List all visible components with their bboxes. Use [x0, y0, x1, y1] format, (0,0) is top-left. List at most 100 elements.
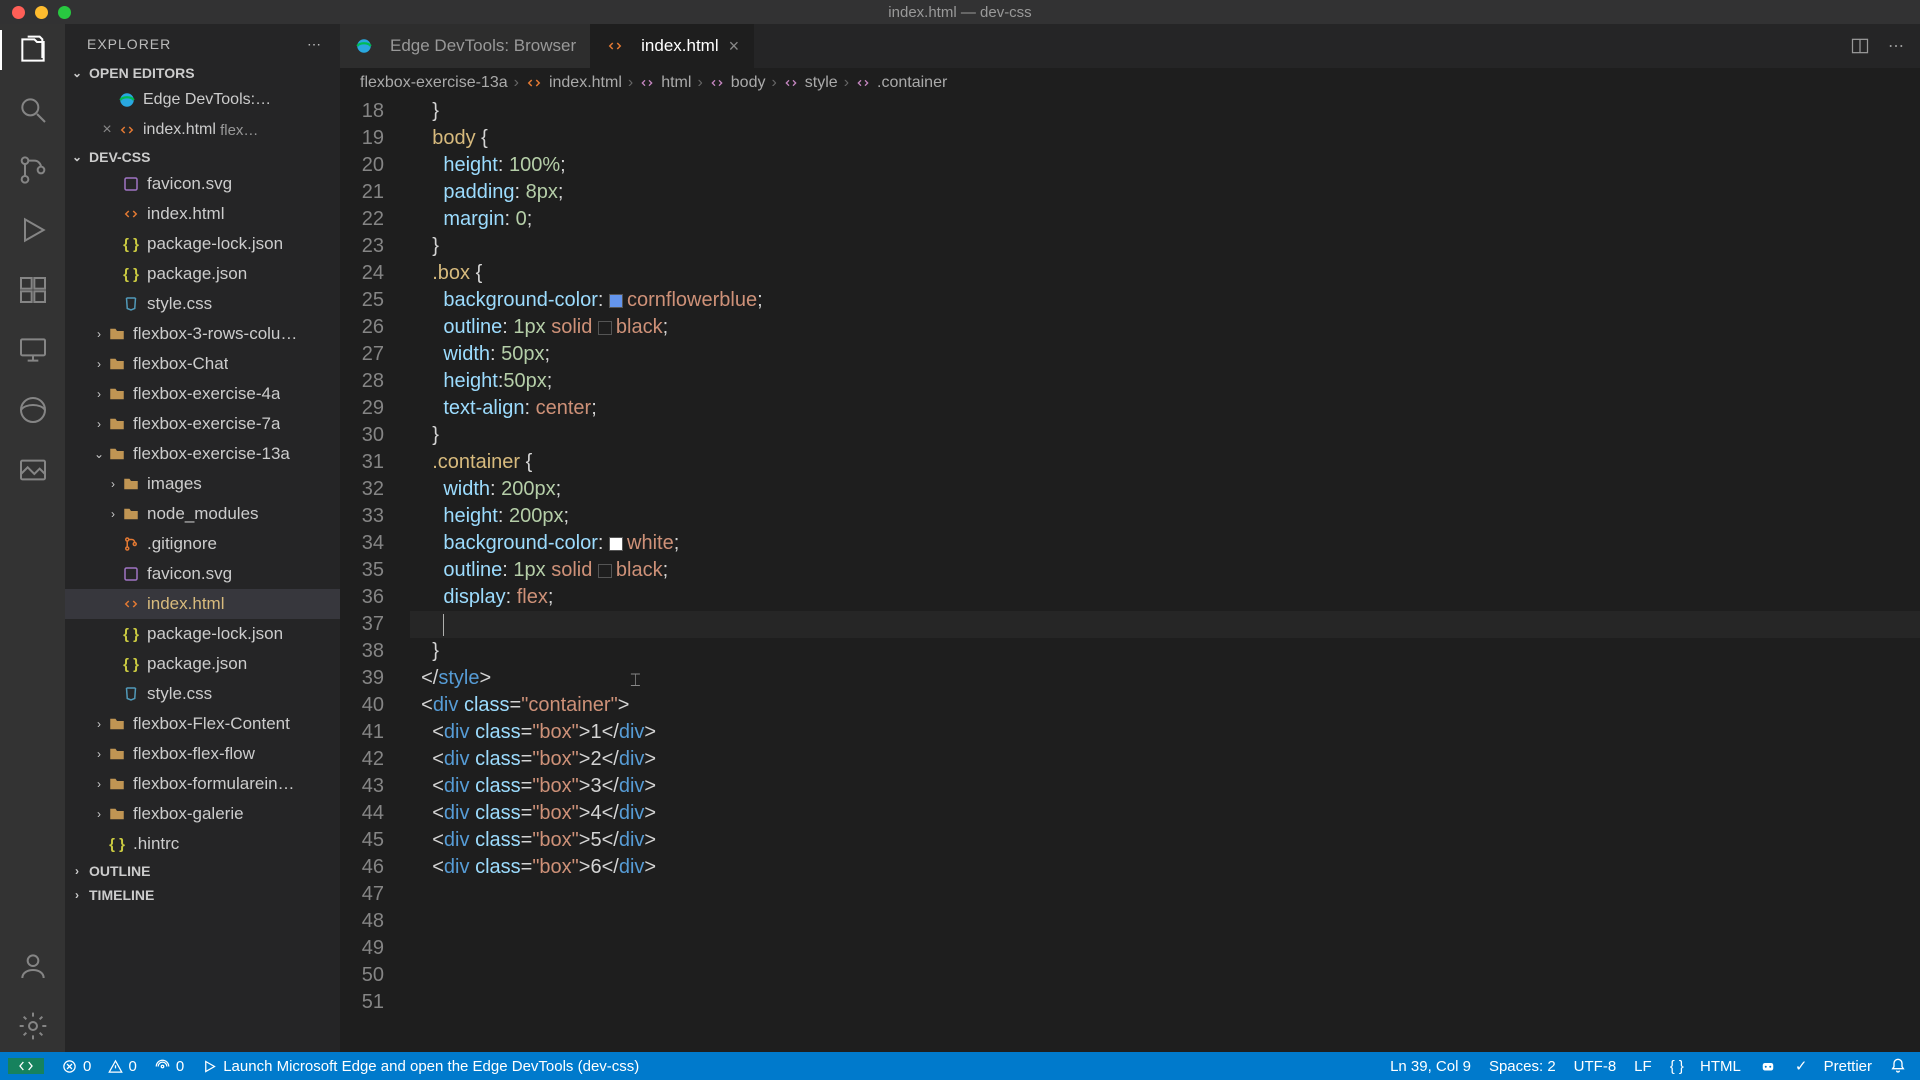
tree-item[interactable]: ›flexbox-3-rows-colu… [65, 319, 340, 349]
code-line[interactable]: background-color: cornflowerblue; [410, 287, 1920, 314]
tree-item[interactable]: ›images [65, 469, 340, 499]
breadcrumb-item[interactable]: index.html [525, 74, 622, 92]
tree-item[interactable]: ›flexbox-galerie [65, 799, 340, 829]
tree-item[interactable]: favicon.svg [65, 169, 340, 199]
encoding-item[interactable]: UTF-8 [1574, 1058, 1617, 1075]
code-line[interactable]: <div class="container"> [410, 692, 1920, 719]
tree-item[interactable]: .gitignore [65, 529, 340, 559]
code-line[interactable]: outline: 1px solid black; [410, 557, 1920, 584]
code-line[interactable]: <div class="box">3</div> [410, 773, 1920, 800]
remote-explorer-icon[interactable] [0, 334, 65, 366]
editor-tab[interactable]: index.html × [591, 24, 754, 68]
breadcrumb-item[interactable]: .container [855, 74, 947, 92]
tree-item[interactable]: style.css [65, 289, 340, 319]
tree-item[interactable]: ›flexbox-exercise-4a [65, 379, 340, 409]
prettier-item[interactable]: ✓ Prettier [1795, 1057, 1872, 1075]
tree-item[interactable]: ›flexbox-flex-flow [65, 739, 340, 769]
code-line[interactable]: height:50px; [410, 368, 1920, 395]
gallery-icon[interactable] [0, 454, 65, 486]
accounts-icon[interactable] [0, 950, 65, 982]
code-line[interactable]: height: 100%; [410, 152, 1920, 179]
minimize-dot[interactable] [35, 6, 48, 19]
search-icon[interactable] [0, 94, 65, 126]
tree-item[interactable]: favicon.svg [65, 559, 340, 589]
code-line[interactable]: body { [410, 125, 1920, 152]
code-line[interactable]: .box { [410, 260, 1920, 287]
tree-item[interactable]: ›flexbox-formularein… [65, 769, 340, 799]
file-label: Edge DevTools:… [143, 91, 271, 109]
breadcrumb-item[interactable]: html [639, 74, 691, 92]
tree-item[interactable]: ›flexbox-Chat [65, 349, 340, 379]
open-editors-header[interactable]: ⌄OPEN EDITORS [65, 61, 340, 85]
tree-item[interactable]: { }package-lock.json [65, 619, 340, 649]
problems-item[interactable]: 0 0 [62, 1058, 137, 1075]
indent-item[interactable]: Spaces: 2 [1489, 1058, 1556, 1075]
code-line[interactable]: display: flex; [410, 584, 1920, 611]
run-debug-icon[interactable] [0, 214, 65, 246]
code-line[interactable]: } [410, 98, 1920, 125]
code-line[interactable]: text-align: center; [410, 395, 1920, 422]
notifications-icon[interactable] [1890, 1058, 1906, 1074]
code-line[interactable] [410, 611, 1920, 638]
code-editor[interactable]: 1819202122232425262728293031323334353637… [340, 98, 1920, 1052]
tree-item[interactable]: style.css [65, 679, 340, 709]
split-editor-icon[interactable] [1850, 36, 1870, 56]
tree-item[interactable]: { }package.json [65, 649, 340, 679]
code-line[interactable]: width: 50px; [410, 341, 1920, 368]
ports-item[interactable]: 0 [155, 1058, 184, 1075]
sidebar-more-icon[interactable]: ⋯ [307, 36, 322, 53]
language-mode[interactable]: { } HTML [1670, 1058, 1741, 1075]
code-line[interactable]: <div class="box">5</div> [410, 827, 1920, 854]
open-editor-item[interactable]: ×index.html flex… [65, 115, 340, 145]
code-line[interactable]: <div class="box">6</div> [410, 854, 1920, 881]
tree-item[interactable]: ›flexbox-exercise-7a [65, 409, 340, 439]
code-line[interactable]: margin: 0; [410, 206, 1920, 233]
code-line[interactable]: } [410, 233, 1920, 260]
eol-item[interactable]: LF [1634, 1058, 1652, 1075]
breadcrumb-item[interactable]: style [783, 74, 838, 92]
file-label: package-lock.json [147, 234, 283, 254]
timeline-header[interactable]: ›TIMELINE [65, 883, 340, 907]
editor-tab[interactable]: Edge DevTools: Browser [340, 24, 591, 68]
workspace-header[interactable]: ⌄DEV-CSS [65, 145, 340, 169]
open-editor-item[interactable]: Edge DevTools:… [65, 85, 340, 115]
tree-item[interactable]: { }package-lock.json [65, 229, 340, 259]
code-line[interactable]: } [410, 638, 1920, 665]
more-actions-icon[interactable]: ⋯ [1888, 36, 1904, 56]
tree-item[interactable]: index.html [65, 589, 340, 619]
tree-item[interactable]: ›flexbox-Flex-Content [65, 709, 340, 739]
tree-item[interactable]: { }.hintrc [65, 829, 340, 859]
tree-item[interactable]: ›node_modules [65, 499, 340, 529]
explorer-icon[interactable] [0, 34, 65, 66]
code-line[interactable]: } [410, 422, 1920, 449]
cursor-position[interactable]: Ln 39, Col 9 [1390, 1058, 1471, 1075]
code-line[interactable]: .container { [410, 449, 1920, 476]
tree-item[interactable]: { }package.json [65, 259, 340, 289]
outline-header[interactable]: ›OUTLINE [65, 859, 340, 883]
copilot-icon[interactable] [1759, 1057, 1777, 1075]
zoom-dot[interactable] [58, 6, 71, 19]
tab-label: index.html [641, 36, 718, 56]
code-line[interactable]: </style> [410, 665, 1920, 692]
breadcrumb[interactable]: flexbox-exercise-13a›index.html›html›bod… [340, 68, 1920, 98]
close-icon[interactable]: × [729, 36, 740, 57]
remote-indicator[interactable] [8, 1058, 44, 1074]
tree-item[interactable]: ⌄flexbox-exercise-13a [65, 439, 340, 469]
settings-gear-icon[interactable] [0, 1010, 65, 1042]
code-line[interactable]: height: 200px; [410, 503, 1920, 530]
launch-edge-item[interactable]: Launch Microsoft Edge and open the Edge … [202, 1058, 639, 1075]
code-line[interactable]: <div class="box">4</div> [410, 800, 1920, 827]
code-line[interactable]: <div class="box">2</div> [410, 746, 1920, 773]
code-line[interactable]: outline: 1px solid black; [410, 314, 1920, 341]
code-line[interactable]: width: 200px; [410, 476, 1920, 503]
breadcrumb-item[interactable]: body [709, 74, 766, 92]
close-dot[interactable] [12, 6, 25, 19]
breadcrumb-item[interactable]: flexbox-exercise-13a [360, 74, 508, 92]
code-line[interactable]: background-color: white; [410, 530, 1920, 557]
edge-tools-icon[interactable] [0, 394, 65, 426]
tree-item[interactable]: index.html [65, 199, 340, 229]
extensions-icon[interactable] [0, 274, 65, 306]
source-control-icon[interactable] [0, 154, 65, 186]
code-line[interactable]: padding: 8px; [410, 179, 1920, 206]
code-line[interactable]: <div class="box">1</div> [410, 719, 1920, 746]
